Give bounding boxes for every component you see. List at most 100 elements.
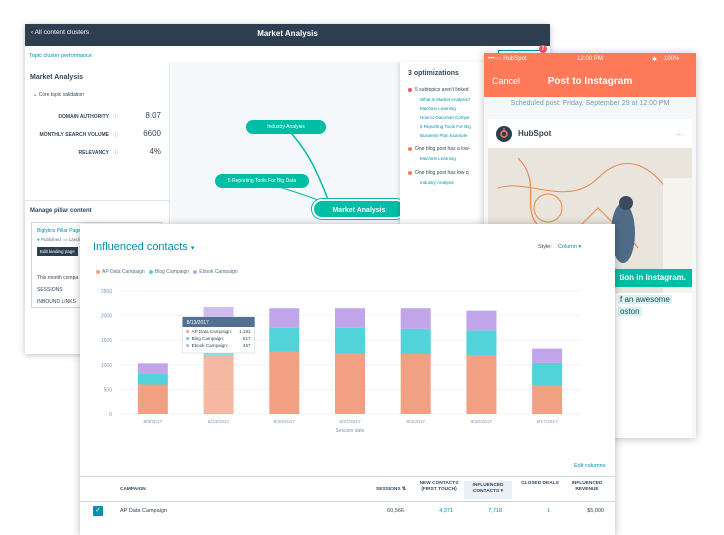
scheduled-label: Scheduled post: Friday, September 29 at … (510, 100, 670, 107)
y-tick-label: 500 (104, 387, 113, 393)
more-icon[interactable]: ... (676, 128, 683, 137)
info-icon[interactable]: ⓘ (113, 113, 118, 120)
info-icon[interactable]: ⓘ (113, 149, 118, 156)
col-influenced-revenue[interactable]: INFLUENCED REVENUE (564, 481, 610, 493)
optimization-text: One blog post has low q (415, 170, 469, 176)
x-tick-label: 8/6/2017 (144, 419, 163, 425)
caption-line: f an awesome (618, 295, 672, 304)
bar-segment[interactable] (335, 327, 365, 354)
legend-label: Blog Campaign (154, 269, 190, 275)
optimizations-badge: 2 (539, 45, 547, 53)
bar-segment[interactable] (466, 310, 497, 331)
bar-segment[interactable] (532, 348, 563, 363)
bar-segment[interactable] (269, 327, 300, 352)
bar-segment[interactable] (335, 308, 365, 328)
checkbox-checked-icon[interactable]: ✓ (93, 506, 103, 516)
month-compare-label: This month compa (37, 275, 79, 281)
x-tick-label: 8/20/2017 (274, 419, 296, 425)
edit-landing-page-button[interactable]: Edit landing page (37, 247, 78, 256)
optimization-link[interactable]: Business Plan Example (420, 133, 467, 138)
report-title-dropdown[interactable]: Influenced contacts ▾ (93, 241, 194, 253)
tooltip-date: 8/13/2017 (187, 320, 209, 326)
cell-influenced[interactable]: 7,718 (464, 508, 502, 514)
hubspot-logo-icon (500, 128, 508, 138)
col-new-contacts-label: NEW CONTACTS (FIRST TOUCH) (419, 481, 459, 492)
bar-segment[interactable] (400, 328, 431, 354)
bar-segment[interactable] (466, 330, 497, 355)
col-new-contacts[interactable]: NEW CONTACTS (FIRST TOUCH) (415, 481, 463, 493)
cell-closed[interactable]: 1 (520, 508, 550, 514)
cell-sessions: 60,566 (387, 508, 404, 514)
influenced-contacts-chart[interactable]: 0 500 1000 1500 2000 2500 8/6/2017 8/13/2017 8/2… (80, 279, 615, 449)
node-market-analysis[interactable]: Market Analysis (312, 199, 406, 219)
bar-segment[interactable] (269, 351, 300, 414)
alert-dot-icon (408, 88, 412, 92)
warning-dot-icon (408, 147, 412, 151)
col-influenced-contacts[interactable]: INFLUENCED CONTACTS ▾ (464, 481, 512, 499)
style-dropdown[interactable]: Column ▾ (558, 244, 581, 250)
bar-segment[interactable] (335, 353, 365, 414)
optimization-text: 5 subtopics aren't linked (415, 87, 469, 93)
core-topic-toggle[interactable]: ⌄ Core topic validation (33, 92, 84, 98)
cell-revenue: $5,000 (587, 508, 604, 514)
table-header: CAMPAIGN SESSIONS ⇅ NEW CONTACTS (FIRST … (80, 476, 615, 502)
bar-segment[interactable] (137, 363, 168, 374)
bar-segment[interactable] (532, 384, 563, 414)
bar-segment[interactable] (400, 353, 431, 414)
col-closed-deals[interactable]: CLOSED DEALS (520, 481, 560, 487)
legend-item[interactable]: Ebook Campaign (193, 269, 238, 275)
tooltip-dot-icon (186, 337, 190, 340)
domain-authority-label: DOMAIN AUTHORITY (58, 114, 109, 120)
phone-nav-bar: Cancel Post to Instagram (484, 67, 696, 97)
post-title: Post to Instagram (547, 76, 633, 87)
account-name: HubSpot (518, 129, 552, 138)
style-label: Style: (538, 244, 552, 250)
battery-label: 100% (664, 56, 680, 62)
cell-new-contacts[interactable]: 4,371 (415, 508, 453, 514)
bar-segment[interactable] (137, 384, 168, 414)
bar-segment[interactable] (269, 308, 300, 328)
caret-down-icon: ▾ (190, 245, 195, 252)
breadcrumb[interactable]: Topic cluster performance (29, 53, 92, 59)
optimization-link[interactable]: Machine Learning (420, 106, 456, 111)
bar-segment[interactable] (532, 362, 563, 385)
tooltip-label: AP Data Campaign: (192, 329, 233, 334)
y-tick-label: 1000 (101, 363, 112, 369)
relevancy-value: 4% (149, 147, 161, 156)
bar-segment[interactable] (137, 373, 168, 385)
col-influenced-label: INFLUENCED CONTACTS (472, 483, 504, 494)
legend-item[interactable]: Blog Campaign (148, 269, 190, 275)
x-tick-label: 9/17/2017 (536, 419, 558, 425)
optimization-link[interactable]: What is Market Analysis? (420, 97, 470, 102)
bar-segment[interactable] (400, 308, 431, 329)
y-tick-label: 1500 (101, 338, 112, 344)
page-title: Market Analysis (257, 29, 318, 38)
info-icon[interactable]: ⓘ (113, 131, 118, 138)
style-value: Column (558, 244, 577, 250)
market-analysis-header: ‹ All content clusters Market Analysis (25, 24, 550, 46)
col-sessions[interactable]: SESSIONS ⇅ (368, 487, 414, 493)
relevancy-label: RELEVANCY (78, 150, 109, 156)
table-row[interactable]: ✓ AP Data Campaign 60,566 4,371 7,718 1 … (80, 502, 615, 520)
phone-status-bar: •••○○ HubSpot 12:00 PM ✱ 100% (484, 53, 696, 67)
optimization-link[interactable]: 5 Reporting Tools For Big (420, 124, 471, 129)
col-campaign[interactable]: CAMPAIGN (120, 487, 146, 493)
bar-segment[interactable] (203, 355, 234, 414)
tooltip-dot-icon (186, 330, 190, 333)
optimization-link[interactable]: How to Outsmart Compe (420, 115, 470, 120)
node-industry-analysis[interactable]: Industry Analysis (246, 120, 326, 134)
optimization-link[interactable]: Industry Analysis (420, 180, 454, 185)
node-reporting-tools[interactable]: 5 Reporting Tools For Big Data (215, 174, 309, 188)
y-tick-label: 0 (109, 412, 112, 418)
edit-columns-link[interactable]: Edit columns (574, 463, 606, 469)
y-tick-label: 2500 (101, 289, 112, 295)
bar-segment[interactable] (466, 354, 497, 414)
legend-item[interactable]: AP Data Campaign (96, 269, 145, 275)
divider (25, 200, 170, 201)
optimization-link[interactable]: Machine Learning (420, 156, 456, 161)
x-axis-label: Session date (336, 428, 365, 434)
influenced-contacts-window: Influenced contacts ▾ Style: Column ▾ AP… (80, 224, 615, 535)
optimization-item: One blog post has low q (408, 170, 469, 176)
caption-line: oston (618, 307, 642, 316)
y-tick-label: 2000 (101, 314, 112, 320)
